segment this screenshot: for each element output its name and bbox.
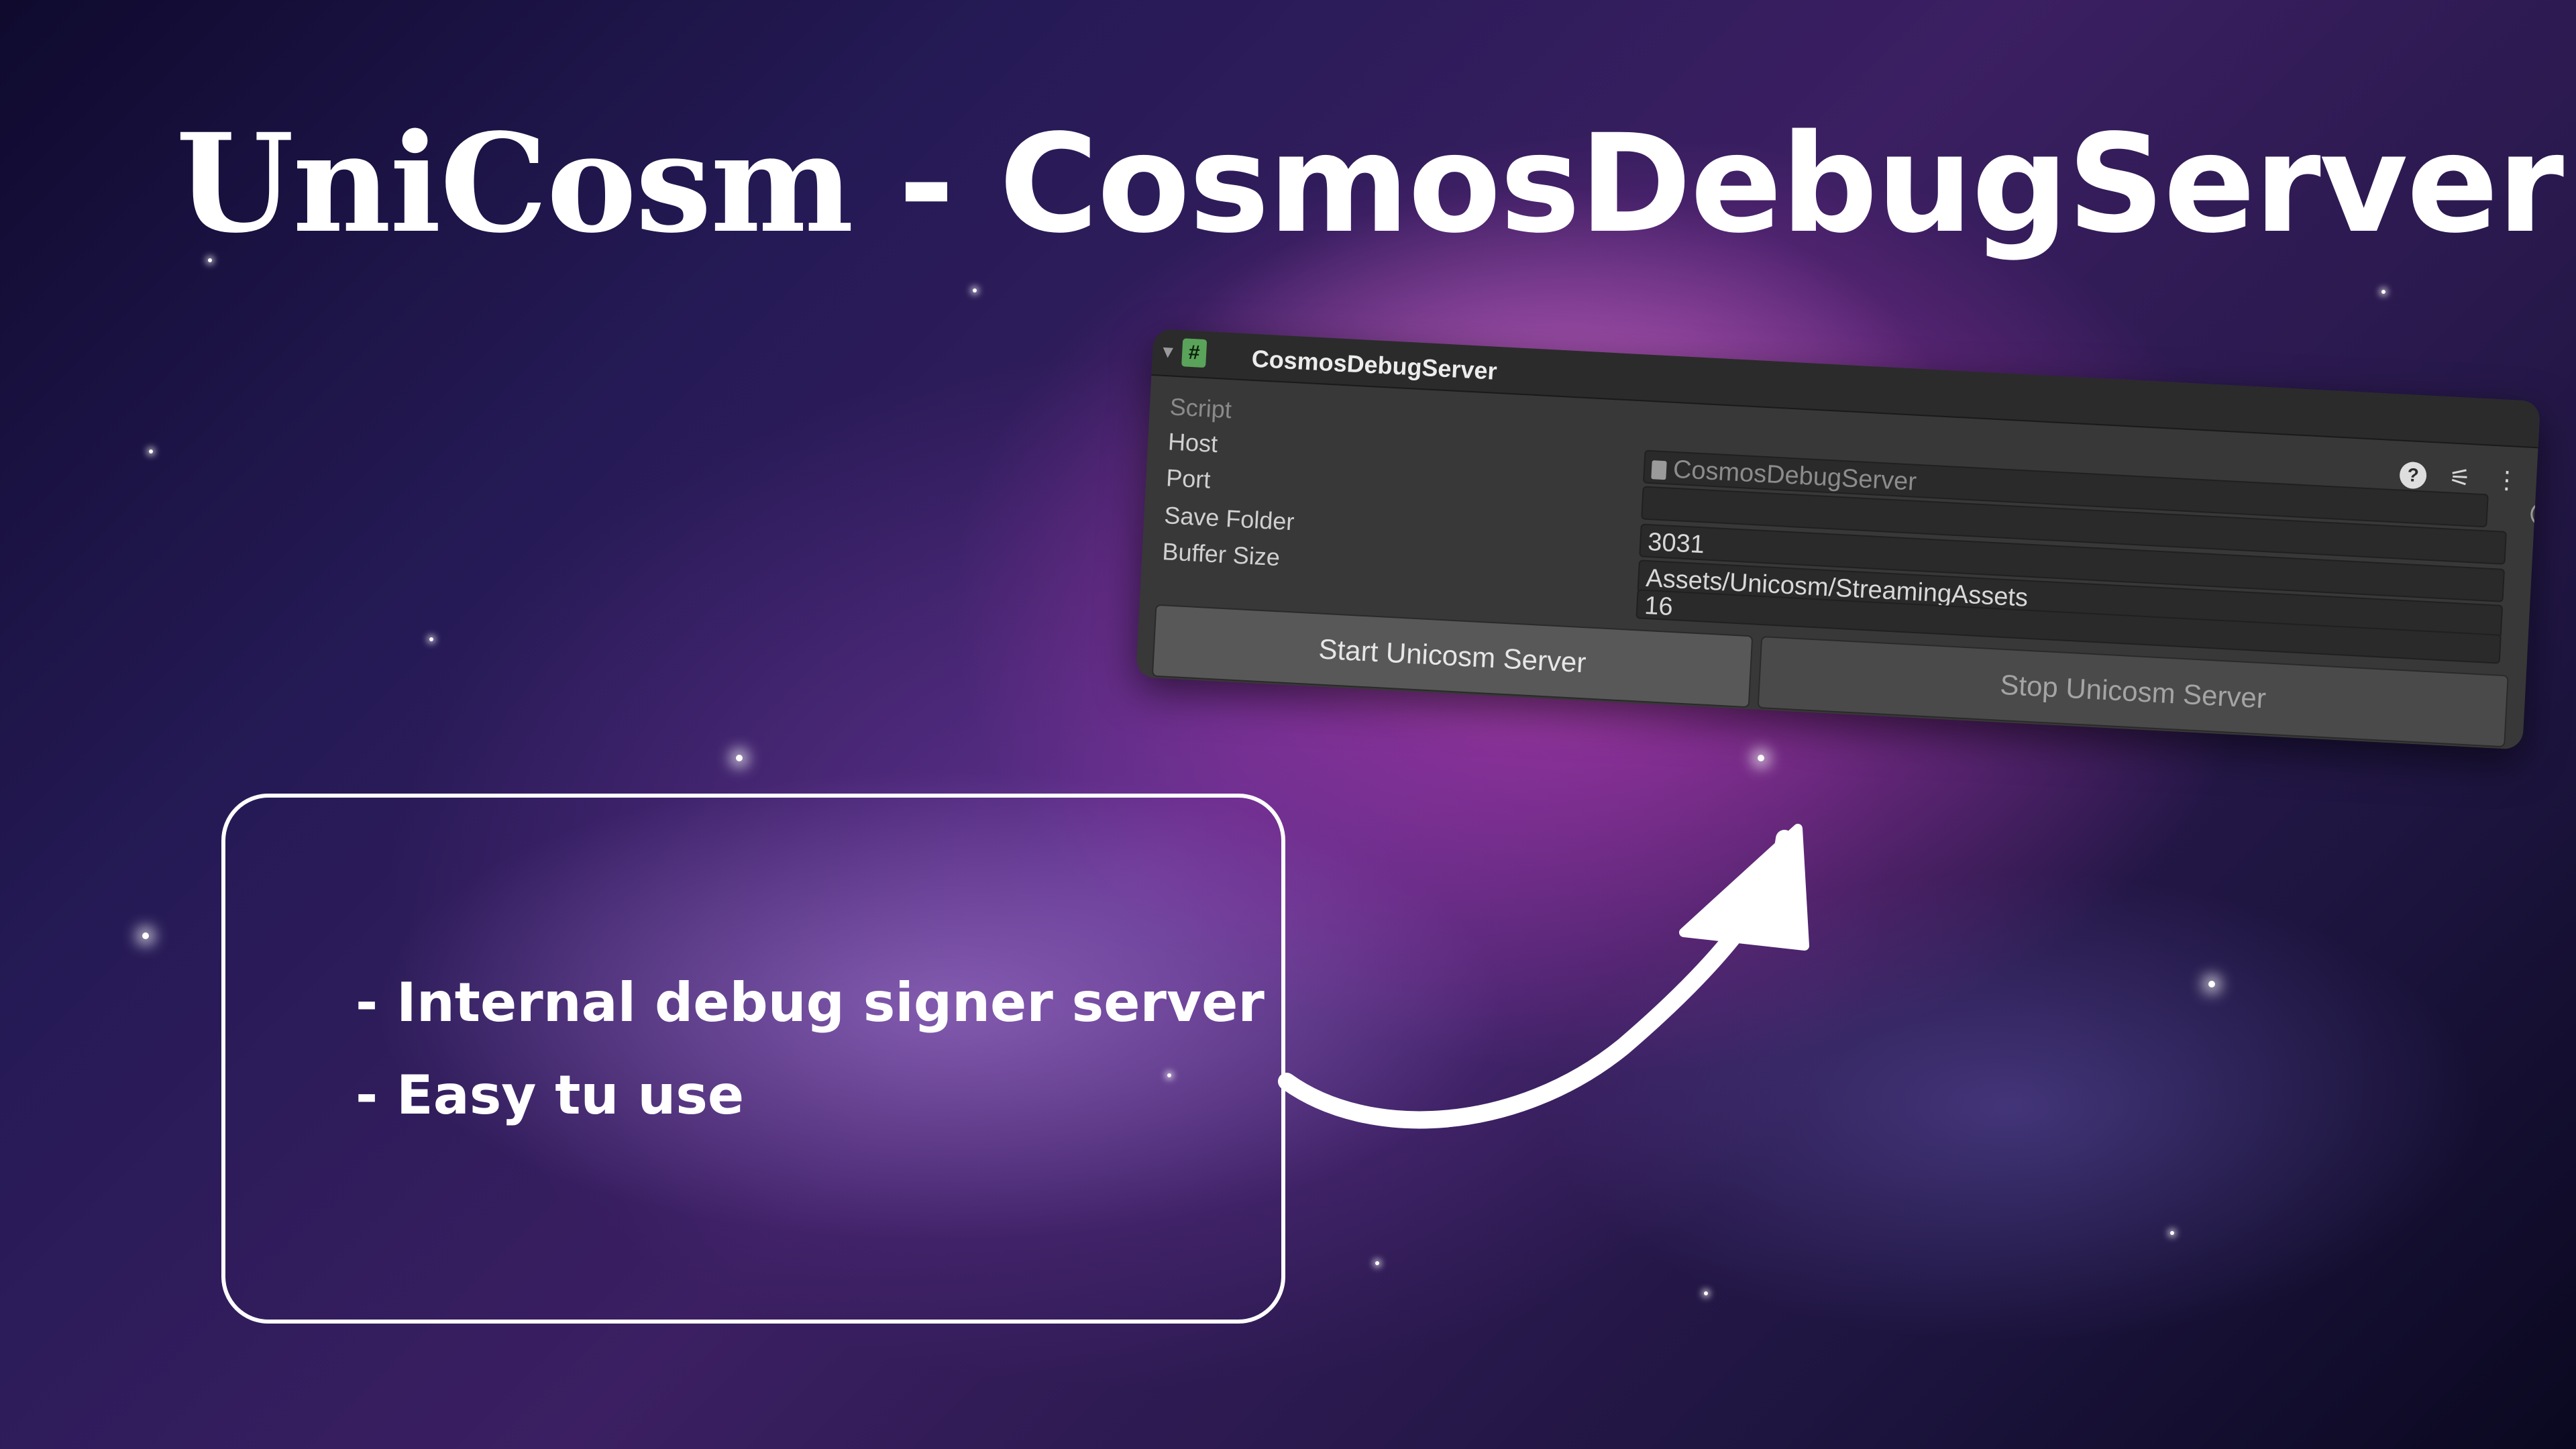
curved-arrow-icon <box>1278 824 1809 1129</box>
